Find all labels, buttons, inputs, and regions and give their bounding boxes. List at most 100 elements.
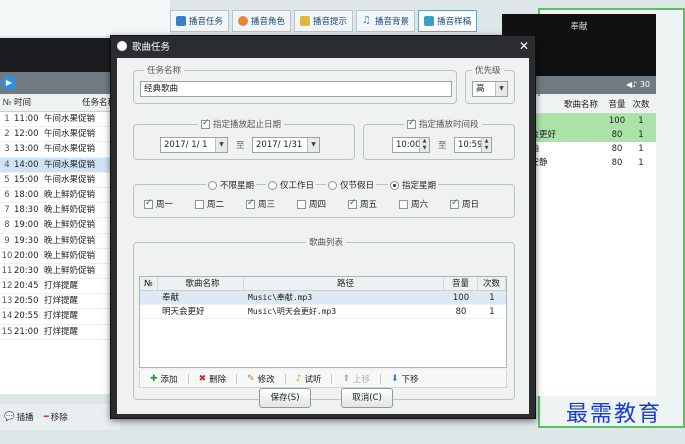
- cancel-button[interactable]: 取消(C): [341, 388, 393, 408]
- weekday-day-option[interactable]: 周五: [348, 198, 377, 210]
- edit-button[interactable]: ✎ 修改: [237, 373, 285, 385]
- task-row[interactable]: 10 20:00 晚上鲜奶促销: [0, 249, 116, 264]
- tab-broadcast-sample[interactable]: 播音样稿: [418, 10, 478, 32]
- tab-broadcast-role[interactable]: 播音角色: [232, 10, 292, 32]
- task-time: 15:00: [14, 174, 39, 185]
- tab-broadcast-task[interactable]: 播音任务: [170, 10, 230, 32]
- playlist-count: 1: [638, 130, 644, 140]
- insert-button[interactable]: 💬 插播: [4, 411, 34, 423]
- priority-select[interactable]: 高 ▼: [472, 81, 508, 97]
- app-icon: [117, 41, 127, 51]
- playlist-row[interactable]: 天会更好 80 1: [520, 128, 656, 142]
- task-name: 晚上鲜奶促销: [44, 250, 96, 261]
- task-name-input[interactable]: 经典歌曲: [140, 81, 452, 97]
- day-checkbox[interactable]: [450, 198, 459, 209]
- task-time: 18:00: [14, 189, 39, 200]
- task-row[interactable]: 3 13:00 午间水果促销: [0, 142, 116, 158]
- tab-label: 播音角色: [251, 17, 286, 27]
- pencil-icon: ✎: [247, 373, 255, 384]
- day-checkbox[interactable]: [195, 199, 204, 209]
- dialog-titlebar[interactable]: 歌曲任务 ✕: [111, 36, 535, 56]
- task-table-body: 1 11:00 午间水果促销 2 12:00 午间水果促销 3 13:00 午间水果促销 4 14:…: [0, 112, 116, 340]
- task-table: № 时间 任务名称 1 11:00 午间水果促销 2 12:00 午间水果促销 3 13:00…: [0, 94, 116, 394]
- task-name: 午间水果促销: [44, 129, 96, 140]
- playlist-row[interactable]: 谢安静801: [520, 156, 656, 170]
- task-row[interactable]: 14 20:55 打烊提醒: [0, 309, 116, 325]
- task-no: 7: [4, 205, 10, 216]
- weekday-day-option[interactable]: 周六: [399, 198, 428, 210]
- playlist-volume: 80: [611, 158, 623, 168]
- end-date-picker[interactable]: 2017/ 1/31 ▼: [252, 137, 320, 153]
- song-list-toolbar: ✚ 添加 ✖ 删除 ✎ 修改 ♪ 试听 ⬆ 上移 ⬇ 下移: [139, 370, 507, 388]
- weekday-day-option[interactable]: 周四: [297, 198, 326, 210]
- task-row[interactable]: 12 20:45 打烊提醒: [0, 279, 116, 295]
- radio-button[interactable]: [268, 180, 277, 190]
- weekday-mode-option[interactable]: 仅工作日: [266, 179, 317, 191]
- now-playing-title: 奉献: [570, 22, 588, 32]
- playlist-row[interactable]: 加油801: [520, 142, 656, 156]
- task-row[interactable]: 9 19:30 晚上鲜奶促销: [0, 234, 116, 249]
- spinner-arrows-icon[interactable]: ▲ ▼: [481, 138, 491, 152]
- weekday-day-option[interactable]: 周一: [144, 198, 173, 210]
- start-time-spinner[interactable]: 10:00 ▲ ▼: [392, 137, 430, 153]
- remove-button[interactable]: ━ 移除: [44, 411, 68, 423]
- weekday-mode-option[interactable]: 不限星期: [206, 179, 257, 191]
- left-bottom-bar: 💬 插播 ━ 移除: [0, 404, 120, 430]
- song-row[interactable]: 奉献 Music\奉献.mp3 100 1: [140, 291, 506, 305]
- move-up-button[interactable]: ⬆ 上移: [332, 373, 380, 385]
- day-checkbox[interactable]: [144, 198, 153, 209]
- radio-button[interactable]: [208, 180, 217, 190]
- arrow-up-icon: ⬆: [342, 373, 350, 384]
- song-row[interactable]: 明天会更好 Music\明天会更好.mp3 80 1: [140, 305, 506, 319]
- song-list-legend: 歌曲列表: [306, 236, 347, 248]
- task-row[interactable]: 11 20:30 晚上鲜奶促销: [0, 264, 116, 280]
- day-checkbox[interactable]: [297, 199, 306, 209]
- tab-broadcast-background[interactable]: ♫ 播音背景: [356, 10, 416, 32]
- task-row[interactable]: 1 11:00 午间水果促销: [0, 112, 116, 128]
- day-checkbox[interactable]: [348, 198, 357, 209]
- chevron-down-icon[interactable]: ▼: [307, 138, 319, 152]
- task-name: 晚上鲜奶促销: [44, 265, 96, 276]
- day-checkbox[interactable]: [399, 199, 408, 209]
- weekday-mode-option[interactable]: 指定星期: [388, 179, 439, 191]
- add-button[interactable]: ✚ 添加: [140, 373, 188, 385]
- save-button[interactable]: 保存(S): [259, 388, 311, 408]
- task-row[interactable]: 15 21:00 打烊提醒: [0, 325, 116, 340]
- task-row[interactable]: 6 18:00 晚上鲜奶促销: [0, 188, 116, 204]
- start-date-picker[interactable]: 2017/ 1/ 1 ▼: [160, 137, 228, 153]
- preview-button[interactable]: ♪ 试听: [286, 373, 332, 385]
- time-range-checkbox[interactable]: [407, 118, 416, 129]
- end-time-spinner[interactable]: 10:59 ▲ ▼: [454, 137, 492, 153]
- task-row[interactable]: 13 20:50 打烊提醒: [0, 294, 116, 310]
- radio-button[interactable]: [390, 180, 399, 190]
- play-icon[interactable]: ▶: [2, 76, 16, 90]
- spinner-arrows-icon[interactable]: ▲ ▼: [419, 138, 429, 152]
- tab-label: 播音背景: [375, 17, 410, 27]
- task-name-legend: 任务名称: [144, 64, 185, 76]
- radio-button[interactable]: [328, 180, 337, 190]
- close-icon[interactable]: ✕: [519, 39, 529, 53]
- tab-broadcast-prompt[interactable]: 播音提示: [294, 10, 354, 32]
- task-no: 15: [1, 326, 13, 337]
- playlist-header: 歌曲名称 音量 次数: [520, 96, 656, 114]
- task-row[interactable]: 7 18:30 晚上鲜奶促销: [0, 203, 116, 219]
- delete-button[interactable]: ✖ 删除: [189, 373, 237, 385]
- playlist-row[interactable]: 献1001: [520, 114, 656, 128]
- song-name: 明天会更好: [162, 307, 205, 317]
- task-row[interactable]: 5 15:00 午间水果促销: [0, 173, 116, 188]
- day-checkbox[interactable]: [246, 198, 255, 209]
- col-song-name: 歌曲名称: [158, 277, 244, 290]
- col-no: №: [140, 277, 158, 290]
- task-row[interactable]: 4 14:00 午间水果促销: [0, 157, 116, 173]
- chevron-down-icon[interactable]: ▼: [495, 82, 507, 96]
- date-range-checkbox[interactable]: [201, 118, 210, 129]
- weekday-mode-option[interactable]: 仅节假日: [326, 179, 377, 191]
- weekday-day-option[interactable]: 周日: [450, 198, 479, 210]
- task-row[interactable]: 8 19:00 晚上鲜奶促销: [0, 218, 116, 234]
- volume-icon[interactable]: ◀♪: [626, 80, 637, 89]
- weekday-day-option[interactable]: 周二: [195, 198, 224, 210]
- task-row[interactable]: 2 12:00 午间水果促销: [0, 127, 116, 143]
- move-down-button[interactable]: ⬇ 下移: [381, 373, 429, 385]
- chevron-down-icon[interactable]: ▼: [215, 138, 227, 152]
- weekday-day-option[interactable]: 周三: [246, 198, 275, 210]
